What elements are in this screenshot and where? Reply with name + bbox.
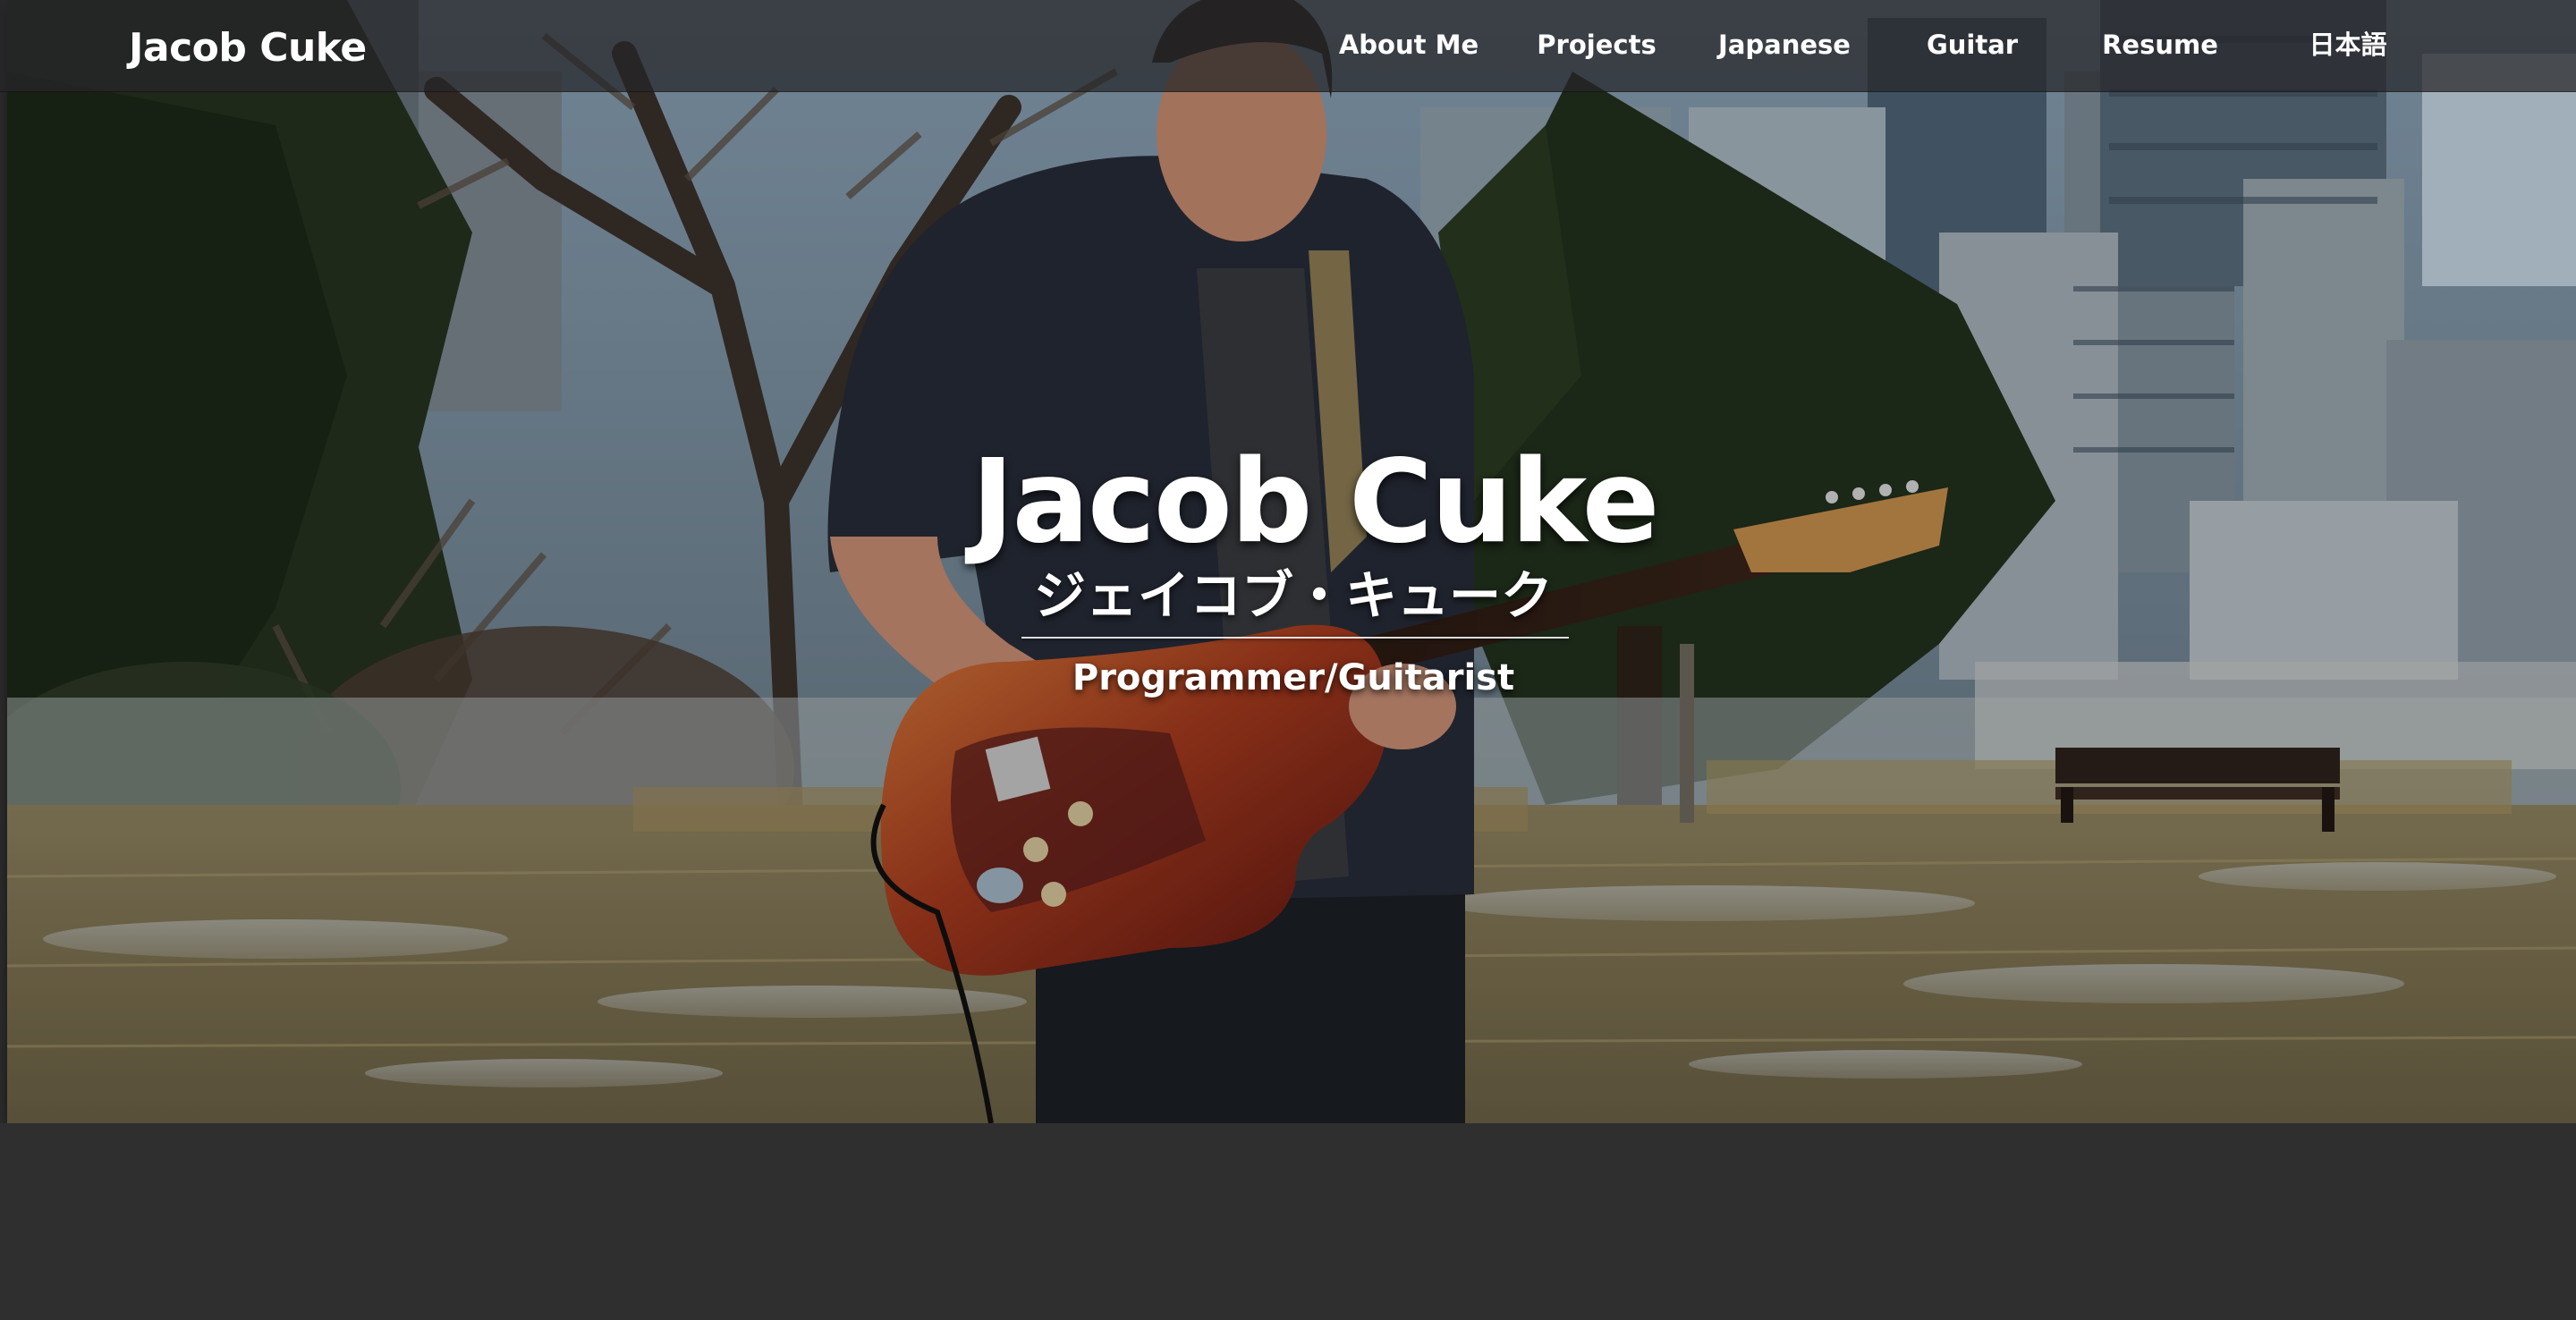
hero-role-subtitle: Programmer/Guitarist <box>1072 657 1515 698</box>
hero-name-heading: Jacob Cuke <box>971 436 1660 569</box>
hero-text-block: Jacob Cuke ジェイコブ・キューク Programmer/Guitari… <box>7 0 2576 1123</box>
nav-item-resume: Resume <box>2066 0 2254 91</box>
nav-link-japanese[interactable]: Japanese <box>1718 0 1851 90</box>
nav-item-projects: Projects <box>1503 0 1690 91</box>
hero-name-japanese: ジェイコブ・キューク <box>1033 565 1553 626</box>
nav-link-about-me[interactable]: About Me <box>1339 0 1479 90</box>
nav-item-japanese: Japanese <box>1690 0 1878 91</box>
nav-item-guitar: Guitar <box>1878 0 2066 91</box>
nav-item-about-me: About Me <box>1315 0 1503 91</box>
top-navbar: Jacob Cuke About Me Projects Japanese Gu… <box>0 0 2576 92</box>
nav-link-resume[interactable]: Resume <box>2102 0 2218 90</box>
hero-divider <box>1021 637 1569 639</box>
nav-link-japanese-language[interactable]: 日本語 <box>2309 0 2386 90</box>
page: Jacob Cuke ジェイコブ・キューク Programmer/Guitari… <box>0 0 2576 1320</box>
lower-content-section <box>0 1123 2576 1320</box>
nav-links: About Me Projects Japanese Guitar Resume… <box>1315 0 2487 91</box>
brand-link[interactable]: Jacob Cuke <box>129 20 367 77</box>
nav-link-projects[interactable]: Projects <box>1537 0 1656 90</box>
hero-section: Jacob Cuke ジェイコブ・キューク Programmer/Guitari… <box>7 0 2576 1123</box>
nav-item-japanese-language: 日本語 <box>2254 0 2442 91</box>
nav-link-guitar[interactable]: Guitar <box>1927 0 2018 90</box>
